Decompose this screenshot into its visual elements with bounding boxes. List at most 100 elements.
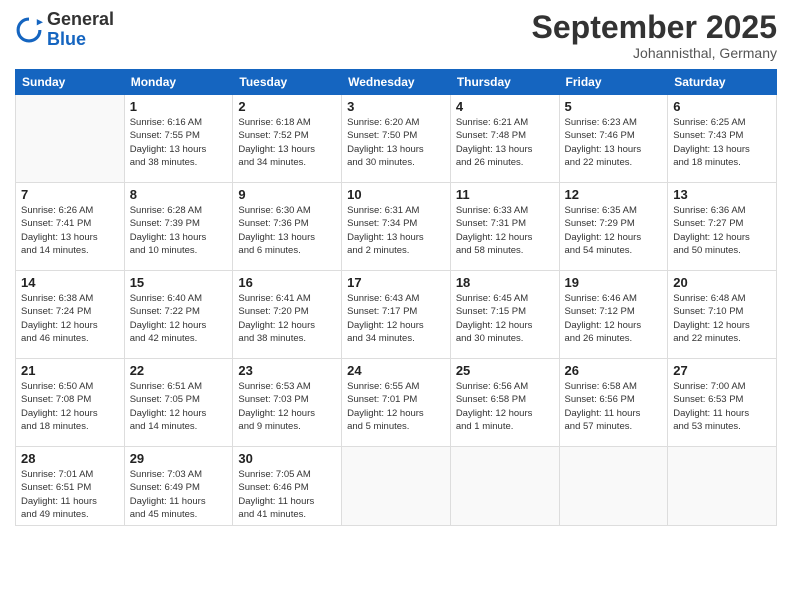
date-number: 9: [238, 187, 336, 202]
date-number: 3: [347, 99, 445, 114]
col-sunday: Sunday: [16, 70, 125, 95]
calendar-cell: 1 Sunrise: 6:16 AMSunset: 7:55 PMDaylight…: [124, 95, 233, 183]
date-number: 19: [565, 275, 663, 290]
date-number: 27: [673, 363, 771, 378]
month-title: September 2025: [532, 10, 777, 45]
location-subtitle: Johannisthal, Germany: [532, 45, 777, 61]
calendar-cell: 29 Sunrise: 7:03 AMSunset: 6:49 PMDayligh…: [124, 447, 233, 526]
day-info: Sunrise: 6:41 AMSunset: 7:20 PMDaylight:…: [238, 292, 336, 345]
day-info: Sunrise: 6:38 AMSunset: 7:24 PMDaylight:…: [21, 292, 119, 345]
logo: General Blue: [15, 10, 114, 50]
calendar-cell: 17 Sunrise: 6:43 AMSunset: 7:17 PMDayligh…: [342, 271, 451, 359]
week-row-3: 14 Sunrise: 6:38 AMSunset: 7:24 PMDayligh…: [16, 271, 777, 359]
title-block: September 2025 Johannisthal, Germany: [532, 10, 777, 61]
day-info: Sunrise: 6:56 AMSunset: 6:58 PMDaylight:…: [456, 380, 554, 433]
day-info: Sunrise: 6:36 AMSunset: 7:27 PMDaylight:…: [673, 204, 771, 257]
day-info: Sunrise: 7:00 AMSunset: 6:53 PMDaylight:…: [673, 380, 771, 433]
calendar-cell: 19 Sunrise: 6:46 AMSunset: 7:12 PMDayligh…: [559, 271, 668, 359]
day-info: Sunrise: 6:28 AMSunset: 7:39 PMDaylight:…: [130, 204, 228, 257]
col-tuesday: Tuesday: [233, 70, 342, 95]
date-number: 16: [238, 275, 336, 290]
day-info: Sunrise: 6:16 AMSunset: 7:55 PMDaylight:…: [130, 116, 228, 169]
calendar: Sunday Monday Tuesday Wednesday Thursday…: [15, 69, 777, 526]
date-number: 6: [673, 99, 771, 114]
calendar-cell: 2 Sunrise: 6:18 AMSunset: 7:52 PMDaylight…: [233, 95, 342, 183]
date-number: 10: [347, 187, 445, 202]
date-number: 15: [130, 275, 228, 290]
day-info: Sunrise: 6:25 AMSunset: 7:43 PMDaylight:…: [673, 116, 771, 169]
day-info: Sunrise: 7:05 AMSunset: 6:46 PMDaylight:…: [238, 468, 336, 521]
date-number: 22: [130, 363, 228, 378]
day-info: Sunrise: 6:35 AMSunset: 7:29 PMDaylight:…: [565, 204, 663, 257]
week-row-1: 1 Sunrise: 6:16 AMSunset: 7:55 PMDaylight…: [16, 95, 777, 183]
calendar-cell: 23Sunrise: 6:53 AMSunset: 7:03 PMDayligh…: [233, 359, 342, 447]
col-friday: Friday: [559, 70, 668, 95]
date-number: 24: [347, 363, 445, 378]
calendar-cell: 22 Sunrise: 6:51 AMSunset: 7:05 PMDayligh…: [124, 359, 233, 447]
calendar-cell: 10 Sunrise: 6:31 AMSunset: 7:34 PMDayligh…: [342, 183, 451, 271]
calendar-cell: 12Sunrise: 6:35 AMSunset: 7:29 PMDayligh…: [559, 183, 668, 271]
day-info: Sunrise: 6:30 AMSunset: 7:36 PMDaylight:…: [238, 204, 336, 257]
date-number: 5: [565, 99, 663, 114]
date-number: 25: [456, 363, 554, 378]
calendar-cell: [342, 447, 451, 526]
day-info: Sunrise: 6:31 AMSunset: 7:34 PMDaylight:…: [347, 204, 445, 257]
day-info: Sunrise: 6:45 AMSunset: 7:15 PMDaylight:…: [456, 292, 554, 345]
date-number: 13: [673, 187, 771, 202]
col-wednesday: Wednesday: [342, 70, 451, 95]
calendar-cell: 30 Sunrise: 7:05 AMSunset: 6:46 PMDayligh…: [233, 447, 342, 526]
logo-text: General Blue: [47, 10, 114, 50]
calendar-cell: 13 Sunrise: 6:36 AMSunset: 7:27 PMDayligh…: [668, 183, 777, 271]
week-row-5: 28Sunrise: 7:01 AMSunset: 6:51 PMDayligh…: [16, 447, 777, 526]
col-thursday: Thursday: [450, 70, 559, 95]
calendar-cell: 18 Sunrise: 6:45 AMSunset: 7:15 PMDayligh…: [450, 271, 559, 359]
day-info: Sunrise: 6:53 AMSunset: 7:03 PMDaylight:…: [238, 380, 336, 433]
day-info: Sunrise: 6:46 AMSunset: 7:12 PMDaylight:…: [565, 292, 663, 345]
day-info: Sunrise: 6:18 AMSunset: 7:52 PMDaylight:…: [238, 116, 336, 169]
calendar-cell: 21Sunrise: 6:50 AMSunset: 7:08 PMDayligh…: [16, 359, 125, 447]
date-number: 18: [456, 275, 554, 290]
date-number: 29: [130, 451, 228, 466]
date-number: 11: [456, 187, 554, 202]
col-saturday: Saturday: [668, 70, 777, 95]
calendar-cell: 26Sunrise: 6:58 AMSunset: 6:56 PMDayligh…: [559, 359, 668, 447]
calendar-cell: 8 Sunrise: 6:28 AMSunset: 7:39 PMDaylight…: [124, 183, 233, 271]
day-info: Sunrise: 6:51 AMSunset: 7:05 PMDaylight:…: [130, 380, 228, 433]
calendar-cell: 15 Sunrise: 6:40 AMSunset: 7:22 PMDayligh…: [124, 271, 233, 359]
calendar-cell: 14 Sunrise: 6:38 AMSunset: 7:24 PMDayligh…: [16, 271, 125, 359]
date-number: 14: [21, 275, 119, 290]
calendar-cell: 11Sunrise: 6:33 AMSunset: 7:31 PMDayligh…: [450, 183, 559, 271]
calendar-cell: 16 Sunrise: 6:41 AMSunset: 7:20 PMDayligh…: [233, 271, 342, 359]
calendar-cell: 7Sunrise: 6:26 AMSunset: 7:41 PMDaylight…: [16, 183, 125, 271]
date-number: 21: [21, 363, 119, 378]
day-info: Sunrise: 6:48 AMSunset: 7:10 PMDaylight:…: [673, 292, 771, 345]
calendar-header-row: Sunday Monday Tuesday Wednesday Thursday…: [16, 70, 777, 95]
date-number: 30: [238, 451, 336, 466]
week-row-2: 7Sunrise: 6:26 AMSunset: 7:41 PMDaylight…: [16, 183, 777, 271]
calendar-cell: 25 Sunrise: 6:56 AMSunset: 6:58 PMDayligh…: [450, 359, 559, 447]
calendar-cell: 24 Sunrise: 6:55 AMSunset: 7:01 PMDayligh…: [342, 359, 451, 447]
date-number: 8: [130, 187, 228, 202]
calendar-cell: [559, 447, 668, 526]
date-number: 17: [347, 275, 445, 290]
day-info: Sunrise: 6:40 AMSunset: 7:22 PMDaylight:…: [130, 292, 228, 345]
date-number: 26: [565, 363, 663, 378]
date-number: 1: [130, 99, 228, 114]
calendar-cell: 4Sunrise: 6:21 AMSunset: 7:48 PMDaylight…: [450, 95, 559, 183]
day-info: Sunrise: 6:26 AMSunset: 7:41 PMDaylight:…: [21, 204, 119, 257]
calendar-cell: 5Sunrise: 6:23 AMSunset: 7:46 PMDaylight…: [559, 95, 668, 183]
day-info: Sunrise: 6:21 AMSunset: 7:48 PMDaylight:…: [456, 116, 554, 169]
calendar-cell: [668, 447, 777, 526]
calendar-cell: 9 Sunrise: 6:30 AMSunset: 7:36 PMDaylight…: [233, 183, 342, 271]
calendar-cell: 27 Sunrise: 7:00 AMSunset: 6:53 PMDayligh…: [668, 359, 777, 447]
header: General Blue September 2025 Johannisthal…: [15, 10, 777, 61]
calendar-cell: [16, 95, 125, 183]
calendar-cell: 3Sunrise: 6:20 AMSunset: 7:50 PMDaylight…: [342, 95, 451, 183]
day-info: Sunrise: 6:43 AMSunset: 7:17 PMDaylight:…: [347, 292, 445, 345]
calendar-cell: [450, 447, 559, 526]
day-info: Sunrise: 7:03 AMSunset: 6:49 PMDaylight:…: [130, 468, 228, 521]
calendar-cell: 20Sunrise: 6:48 AMSunset: 7:10 PMDayligh…: [668, 271, 777, 359]
date-number: 2: [238, 99, 336, 114]
day-info: Sunrise: 6:55 AMSunset: 7:01 PMDaylight:…: [347, 380, 445, 433]
page: General Blue September 2025 Johannisthal…: [0, 0, 792, 612]
